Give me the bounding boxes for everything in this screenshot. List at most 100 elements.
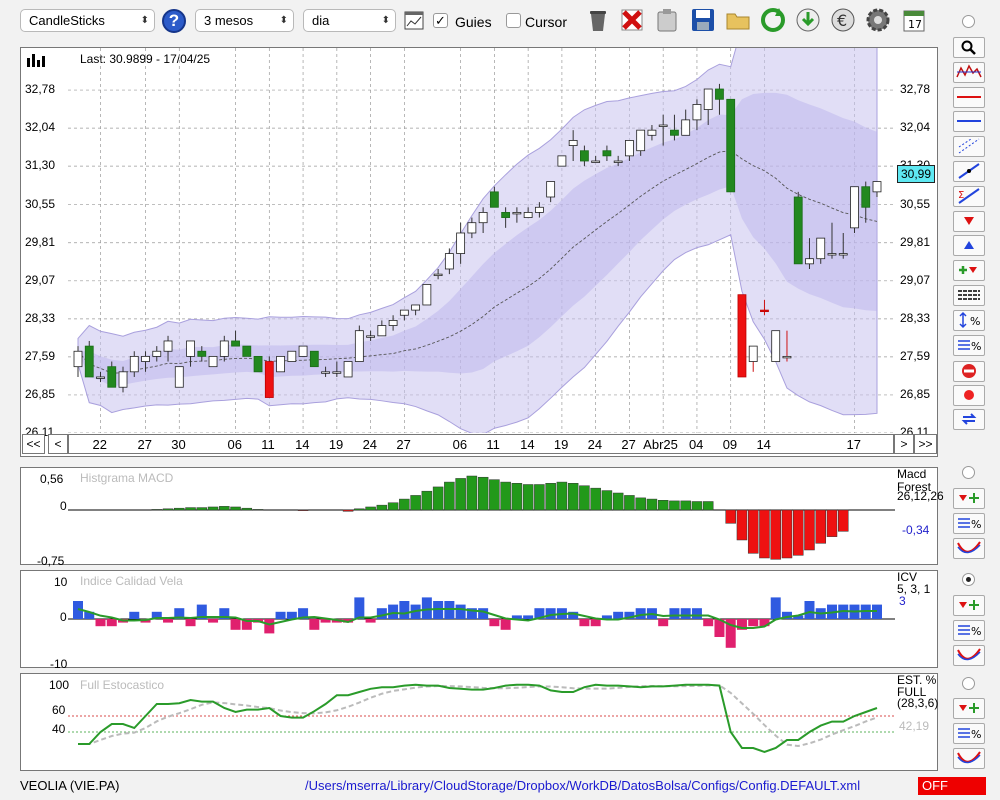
config-path-link[interactable]: /Users/mserra/Library/CloudStorage/Dropb… bbox=[305, 778, 860, 793]
grid-lines-tool[interactable] bbox=[953, 285, 985, 306]
radio-stoch[interactable] bbox=[962, 677, 975, 690]
icv-bar bbox=[579, 619, 590, 627]
stoch-move-tool[interactable] bbox=[953, 698, 985, 719]
macd-bar bbox=[837, 509, 849, 532]
radio-main[interactable] bbox=[962, 15, 975, 28]
radio-macd[interactable] bbox=[962, 466, 975, 479]
bar-chart-icon[interactable] bbox=[26, 52, 46, 68]
period-select[interactable]: 3 mesos ⬍ bbox=[195, 9, 294, 32]
fibonacci-tool[interactable]: Σ bbox=[953, 186, 985, 207]
candle-body bbox=[625, 140, 634, 157]
horizontal-line-blue-tool[interactable] bbox=[953, 111, 985, 132]
gear-icon[interactable] bbox=[864, 6, 892, 34]
period-value: 3 mesos bbox=[204, 13, 254, 28]
radio-icv[interactable] bbox=[962, 573, 975, 586]
record-icon[interactable] bbox=[953, 385, 985, 406]
icv-bar bbox=[691, 608, 702, 619]
percent-scale-tool[interactable]: % bbox=[953, 310, 985, 331]
candle-body bbox=[748, 345, 758, 362]
macd-bar bbox=[747, 509, 759, 554]
macd-bar bbox=[567, 483, 579, 511]
icv-side-value: 3 bbox=[899, 594, 906, 608]
delete-chart-icon[interactable] bbox=[618, 6, 646, 34]
open-folder-icon[interactable] bbox=[724, 6, 752, 34]
arrow-up-tool[interactable] bbox=[953, 235, 985, 256]
interval-select[interactable]: dia ⬍ bbox=[303, 9, 396, 32]
macd-y-tick: 0,56 bbox=[40, 472, 64, 486]
date-tick: 14 bbox=[756, 437, 771, 452]
nav-first-button[interactable]: << bbox=[22, 434, 45, 454]
forbidden-icon[interactable] bbox=[953, 361, 985, 382]
guides-checkbox[interactable]: ✓ bbox=[433, 13, 448, 28]
price-y-tick: 26,85 bbox=[25, 386, 56, 401]
swap-icon[interactable] bbox=[953, 409, 985, 430]
zoom-tool[interactable] bbox=[953, 37, 985, 58]
candle-body bbox=[692, 104, 702, 121]
svg-text:%: % bbox=[971, 340, 981, 353]
macd-bar bbox=[702, 501, 714, 511]
price-y-tick: 28,33 bbox=[900, 310, 931, 325]
nav-last-button[interactable]: >> bbox=[914, 434, 937, 454]
chart-type-select[interactable]: CandleSticks ⬍ bbox=[20, 9, 155, 32]
cursor-checkbox[interactable] bbox=[506, 13, 521, 28]
add-remove-tool[interactable] bbox=[953, 260, 985, 281]
date-tick: 17 bbox=[846, 437, 861, 452]
candle-body bbox=[602, 150, 612, 157]
save-icon[interactable] bbox=[689, 6, 717, 34]
icv-bar bbox=[748, 619, 759, 627]
status-badge[interactable]: OFF bbox=[918, 777, 986, 795]
candle-body bbox=[377, 325, 387, 337]
macd-curve-tool[interactable] bbox=[953, 538, 985, 559]
macd-percent-tool[interactable]: % bbox=[953, 513, 985, 534]
macd-bar bbox=[444, 481, 455, 511]
macd-bar bbox=[162, 508, 174, 511]
date-tick: 19 bbox=[553, 437, 569, 452]
trash-icon[interactable] bbox=[584, 6, 612, 34]
candle-body bbox=[96, 376, 105, 379]
channel-tool[interactable] bbox=[953, 136, 985, 157]
stoch-curve-tool[interactable] bbox=[953, 748, 985, 769]
icv-curve-tool[interactable] bbox=[953, 645, 985, 666]
percent-lines-tool[interactable]: % bbox=[953, 335, 985, 356]
candle-body bbox=[760, 309, 769, 313]
trendline-tool[interactable] bbox=[953, 161, 985, 182]
download-icon[interactable] bbox=[794, 6, 822, 34]
icv-percent-tool[interactable]: % bbox=[953, 620, 985, 641]
calendar-icon[interactable]: 17 bbox=[900, 6, 928, 34]
icv-bar bbox=[376, 608, 387, 619]
macd-bar bbox=[230, 506, 241, 511]
macd-bar bbox=[680, 500, 691, 511]
candle-body bbox=[838, 253, 848, 256]
candle-body bbox=[444, 253, 454, 270]
macd-bar bbox=[725, 509, 736, 524]
macd-bar bbox=[612, 492, 624, 511]
icv-bar bbox=[455, 604, 466, 619]
chart-window-icon[interactable] bbox=[404, 11, 424, 30]
macd-bar bbox=[804, 509, 815, 551]
euro-icon[interactable]: € bbox=[829, 6, 857, 34]
icv-bar bbox=[703, 619, 714, 627]
chevron-updown-icon: ⬍ bbox=[140, 15, 149, 26]
candle-body bbox=[208, 355, 218, 368]
arrow-down-tool[interactable] bbox=[953, 211, 985, 232]
macd-bar bbox=[635, 497, 646, 511]
candle-body bbox=[298, 345, 308, 357]
macd-bar bbox=[432, 486, 444, 511]
stoch-percent-tool[interactable]: % bbox=[953, 723, 985, 744]
icv-move-tool[interactable] bbox=[953, 595, 985, 616]
refresh-icon[interactable] bbox=[759, 6, 787, 34]
chevron-updown-icon: ⬍ bbox=[279, 15, 288, 26]
macd-move-tool[interactable] bbox=[953, 488, 985, 509]
horizontal-line-red-tool[interactable] bbox=[953, 87, 985, 108]
help-icon[interactable]: ? bbox=[162, 9, 186, 33]
indicator-tool[interactable] bbox=[953, 62, 985, 83]
date-tick: 14 bbox=[295, 437, 310, 452]
nav-prev-button[interactable]: < bbox=[48, 434, 68, 454]
clipboard-icon[interactable] bbox=[653, 6, 681, 34]
candle-body bbox=[816, 237, 826, 260]
macd-bar bbox=[669, 500, 680, 511]
candle-body bbox=[197, 350, 207, 357]
nav-next-button[interactable]: > bbox=[894, 434, 914, 454]
icv-bar bbox=[309, 619, 320, 630]
macd-bar bbox=[522, 484, 534, 511]
